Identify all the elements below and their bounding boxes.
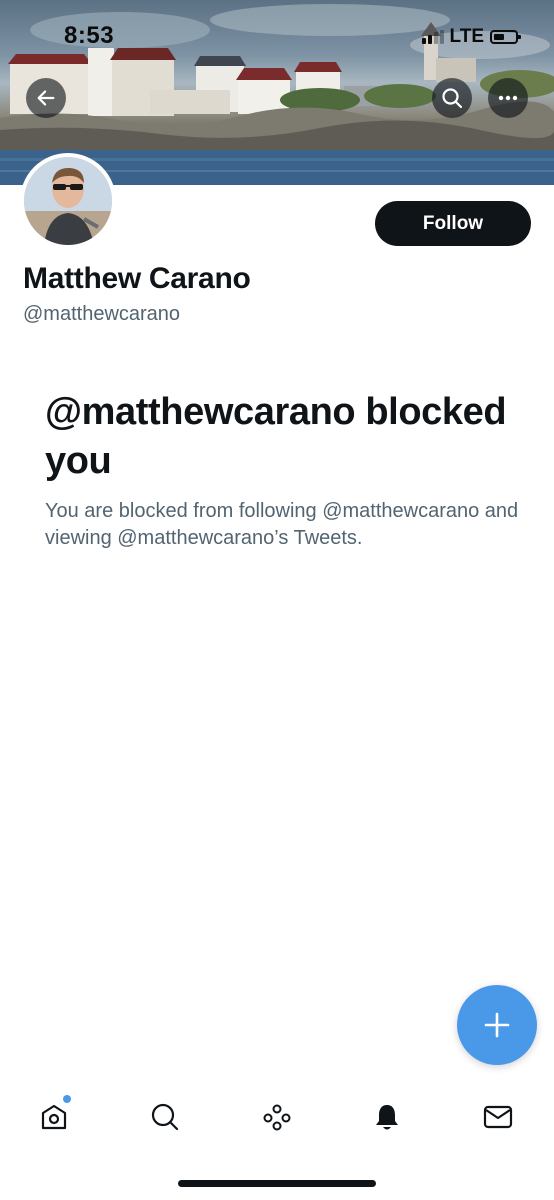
signal-icon <box>421 30 444 44</box>
compose-tweet-button[interactable] <box>457 985 537 1065</box>
bottom-tab-bar <box>0 1085 554 1149</box>
back-button[interactable] <box>26 78 66 118</box>
tab-messages[interactable] <box>476 1085 520 1149</box>
search-button[interactable] <box>432 78 472 118</box>
blocked-title: @matthewcarano blocked you <box>45 391 507 482</box>
avatar-image <box>24 157 112 245</box>
search-icon <box>151 1103 179 1131</box>
avatar[interactable] <box>20 153 116 249</box>
blocked-message: You are blocked from following @matthewc… <box>45 500 519 549</box>
search-icon <box>442 88 463 109</box>
more-button[interactable] <box>488 78 528 118</box>
status-indicators: LTE <box>421 26 521 48</box>
status-time: 8:53 <box>64 22 115 49</box>
home-icon <box>41 1104 67 1130</box>
mail-icon <box>483 1105 513 1129</box>
tab-search[interactable] <box>143 1085 187 1149</box>
arrow-left-icon <box>37 90 55 106</box>
bell-icon <box>376 1105 398 1130</box>
battery-icon <box>490 30 521 44</box>
profile-display-name: Matthew Carano <box>23 262 251 295</box>
network-type: LTE <box>449 26 484 47</box>
notification-dot <box>63 1095 71 1103</box>
home-indicator[interactable] <box>178 1180 376 1187</box>
profile-handle: @matthewcarano <box>23 303 181 325</box>
plus-icon <box>484 1012 510 1038</box>
tab-spaces[interactable] <box>255 1085 299 1149</box>
spaces-icon <box>263 1104 291 1131</box>
follow-button[interactable]: Follow <box>375 201 531 246</box>
tab-notifications[interactable] <box>365 1085 409 1149</box>
tab-home[interactable] <box>32 1085 76 1149</box>
more-horizontal-icon <box>498 95 518 101</box>
